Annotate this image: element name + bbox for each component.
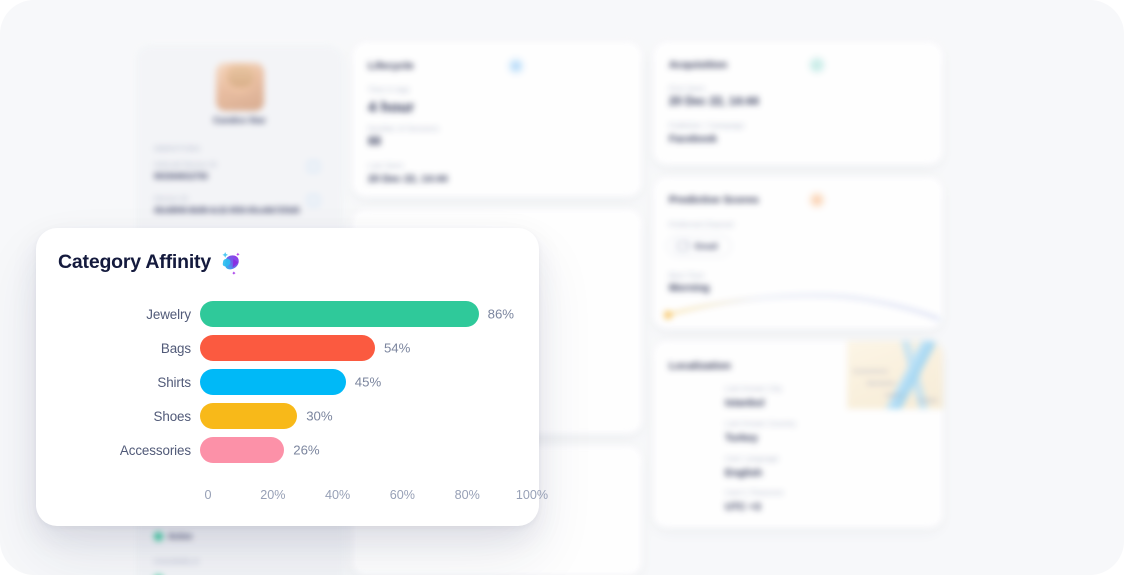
preferred-channel-button[interactable]: Email — [667, 235, 731, 257]
country-label: Last Known Country — [725, 419, 797, 428]
last-seen-label: Last Seen — [368, 161, 404, 170]
preferred-channel-label: Preferred Channel — [669, 220, 734, 229]
predictive-scores-card: Predictive Scores ☀ Preferred Channel Em… — [653, 177, 943, 329]
copy-icon[interactable] — [308, 195, 319, 206]
map-label: Istanbul — [919, 398, 938, 404]
axis-tick: 20% — [260, 488, 286, 502]
device-id-value: 45c68f40-8b98-4c32-9f30-05cd4b72f3d5 — [154, 206, 300, 215]
bar-label: Jewelry — [146, 306, 191, 322]
localization-card: Kucukcekmece Bahcelievler Kadikoy Istanb… — [653, 341, 943, 528]
bar-label: Shoes — [153, 408, 192, 424]
lifecycle-card: Lifecycle ☀ Time in App 4 hour Number of… — [352, 42, 642, 197]
x-axis: 0 20% 40% 60% 80% 100% — [200, 488, 548, 508]
axis-tick: 100% — [515, 488, 549, 502]
bar-track: 54% — [200, 335, 524, 361]
city-label: Last Known City — [725, 384, 783, 393]
identities-section-title: IDENTITIES — [154, 144, 201, 153]
publisher-value: Facebook — [669, 134, 717, 145]
bar-value-label: 26% — [293, 442, 320, 458]
category-affinity-card: Category Affinity Jewelry 86% Bags 54% S… — [36, 228, 548, 526]
map-thumbnail: Kucukcekmece Bahcelievler Kadikoy Istanb… — [847, 341, 943, 409]
copy-icon[interactable] — [308, 161, 319, 172]
profile-name: Candice Star — [213, 115, 266, 125]
bar-label: Shirts — [157, 374, 191, 390]
bar-label: Accessories — [119, 442, 191, 458]
predictive-title: Predictive Scores — [669, 194, 759, 206]
predictive-badge-icon: ☀ — [809, 192, 825, 208]
preferred-channel-value: Email — [695, 241, 718, 251]
predictive-sparkline — [663, 294, 940, 320]
acquisition-title: Acquisition — [669, 59, 728, 71]
first-seen-label: First Seen — [669, 84, 706, 93]
bar-row: Shoes 30% — [36, 402, 539, 430]
bar-label: Bags — [160, 340, 191, 356]
country-value: Turkey — [725, 433, 758, 444]
city-value: Istanbul — [725, 398, 765, 409]
bar-row: Accessories 26% — [36, 436, 539, 464]
timezone-label: User's Timezone — [725, 488, 784, 497]
bar-row: Bags 54% — [36, 334, 539, 362]
status-badge: Active — [154, 532, 192, 541]
bar-value-label: 86% — [487, 306, 515, 322]
map-label: Bahcelievler — [867, 381, 896, 387]
brand-logo-icon — [222, 252, 240, 275]
axis-tick: 80% — [454, 488, 480, 502]
bar-row: Shirts 45% — [36, 368, 539, 396]
bar-fill — [200, 437, 285, 463]
bar-value-label: 54% — [383, 340, 411, 356]
publisher-label: Publisher / Campaign — [669, 121, 745, 130]
localization-title: Localization — [669, 360, 731, 372]
axis-tick: 40% — [324, 488, 351, 502]
screenshot-stage: Candice Star IDENTITIES Internal Device … — [0, 0, 1124, 575]
bar-fill — [200, 301, 479, 327]
axis-tick: 0 — [204, 488, 212, 502]
bar-track: 30% — [200, 403, 524, 429]
affinity-header: Category Affinity — [58, 250, 241, 275]
bar-row: Jewelry 86% — [36, 300, 539, 328]
envelope-icon — [677, 241, 689, 251]
bar-fill — [200, 403, 298, 429]
map-label: Kucukcekmece — [853, 369, 889, 375]
bar-fill — [200, 369, 346, 395]
axis-tick: 60% — [389, 488, 415, 502]
internal-device-id-value: 9033646G2750 — [154, 172, 208, 181]
bar-value-label: 30% — [306, 408, 333, 424]
last-seen-value: 20 Dec 22, 14:44 — [368, 174, 448, 185]
lifecycle-title: Lifecycle — [368, 60, 414, 72]
first-seen-value: 20 Dec 22, 14:44 — [669, 96, 759, 108]
time-in-app-label: Time in App — [368, 85, 410, 94]
bar-track: 86% — [200, 301, 524, 327]
bar-track: 45% — [200, 369, 524, 395]
status-label: Active — [168, 532, 193, 541]
map-label: Kadikoy — [885, 393, 904, 399]
timezone-value: UTC +3 — [725, 502, 761, 513]
bar-track: 26% — [200, 437, 524, 463]
internal-device-id-label: Internal Device ID — [154, 160, 218, 169]
channels-section-title: CHANNELS — [154, 557, 200, 566]
category-affinity-chart: Jewelry 86% Bags 54% Shirts 45% Shoes 30… — [36, 296, 548, 508]
language-value: English — [725, 468, 763, 479]
avatar — [215, 63, 264, 111]
status-dot-icon — [154, 532, 163, 541]
acquisition-badge-icon: ✓ — [809, 57, 825, 73]
bar-fill — [200, 335, 375, 361]
acquisition-card: Acquisition ✓ First Seen 20 Dec 22, 14:4… — [653, 42, 943, 165]
bar-value-label: 45% — [354, 374, 382, 390]
best-time-label: Best Time — [669, 271, 705, 280]
lifecycle-badge-icon: ☀ — [508, 58, 524, 74]
language-label: User Language — [725, 454, 779, 463]
page-title: Category Affinity — [58, 251, 211, 273]
time-in-app-value: 4 hour — [368, 99, 415, 116]
device-id-label: Device ID — [154, 194, 189, 203]
sessions-label: Number of Sessions — [368, 124, 440, 133]
sessions-value: 88 — [368, 136, 381, 148]
